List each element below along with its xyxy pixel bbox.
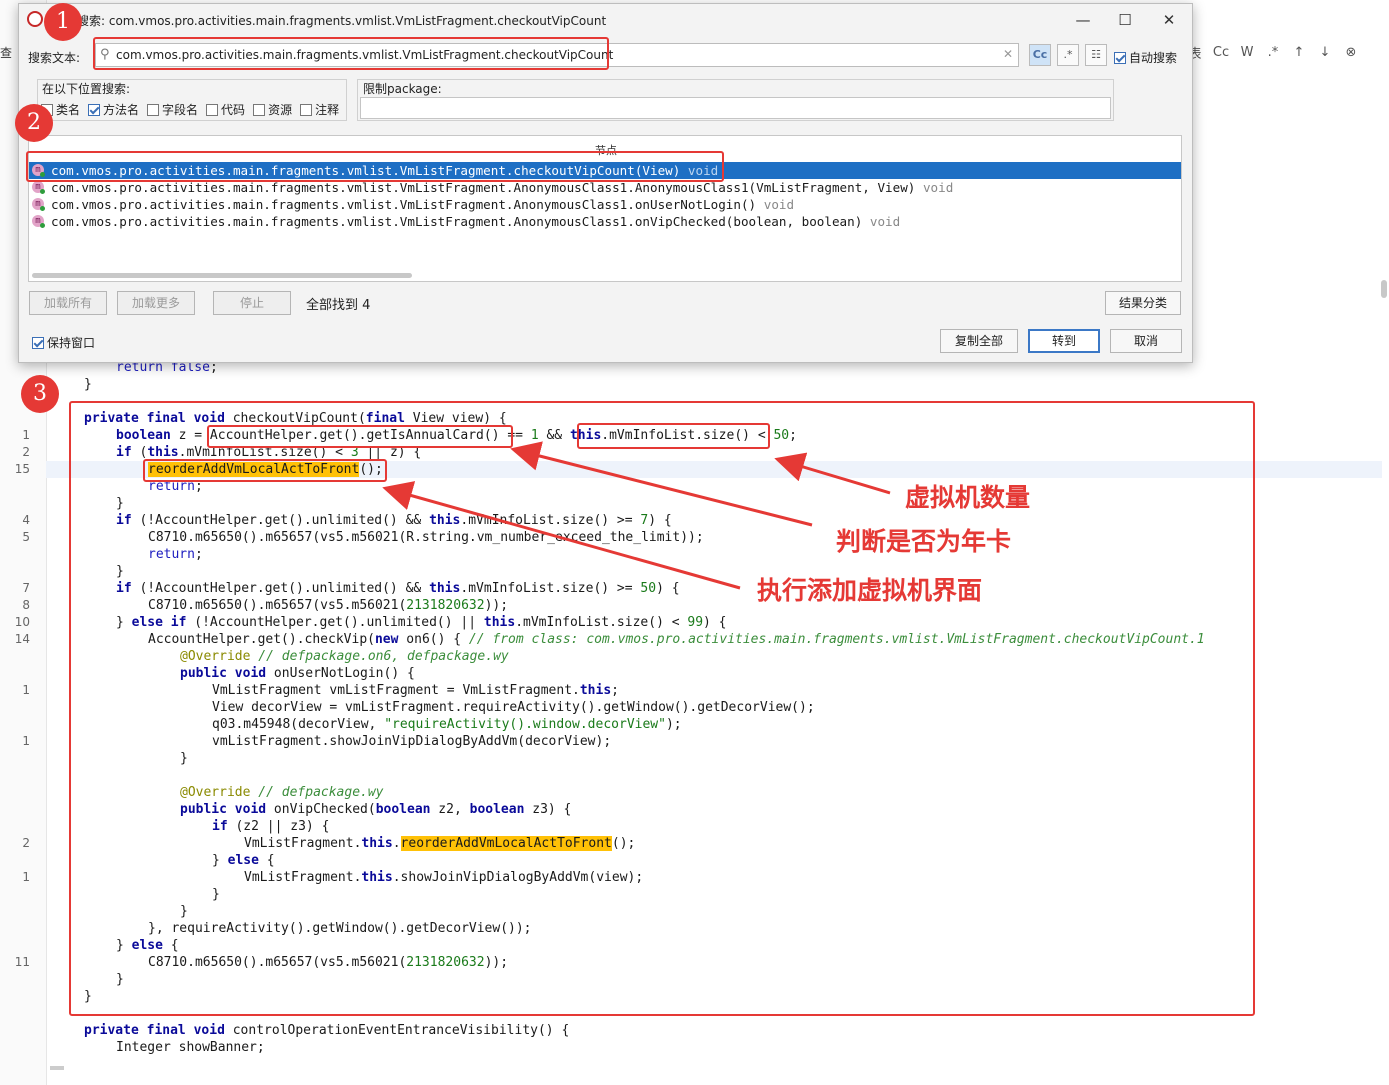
- load-all-button[interactable]: 加载所有: [29, 291, 107, 315]
- results-horizontal-scrollbar[interactable]: [32, 273, 412, 278]
- regex-toggle[interactable]: .*: [1057, 44, 1079, 66]
- method-icon: m: [32, 215, 45, 228]
- package-filter-input[interactable]: [360, 97, 1111, 119]
- search-text-label: 搜索文本:: [28, 51, 81, 65]
- result-type: void: [922, 180, 954, 195]
- checkbox-icon[interactable]: [147, 104, 160, 116]
- option-label: 类名: [56, 103, 81, 117]
- step-badge-1: 1: [44, 3, 82, 41]
- keep-window-label: 保持窗口: [47, 336, 96, 350]
- checkbox-checked-icon[interactable]: [1114, 52, 1126, 64]
- option-code[interactable]: 代码: [206, 101, 245, 118]
- auto-search-label: 自动搜索: [1129, 51, 1178, 65]
- stop-button[interactable]: 停止: [213, 291, 291, 315]
- step-badge-2: 2: [15, 104, 53, 142]
- callout-add-vm: 执行添加虚拟机界面: [757, 576, 983, 605]
- method-icon: m: [32, 198, 45, 211]
- search-highlight-box: [93, 37, 609, 70]
- dialog-title-bar[interactable]: 搜索: com.vmos.pro.activities.main.fragmen…: [19, 4, 1192, 36]
- arrow-add-vm: [382, 481, 741, 590]
- clear-icon[interactable]: ✕: [1003, 47, 1013, 61]
- option-label: 字段名: [162, 103, 199, 117]
- minimize-icon[interactable]: —: [1071, 8, 1095, 32]
- load-more-button[interactable]: 加载更多: [117, 291, 195, 315]
- close-icon[interactable]: ✕: [1157, 8, 1181, 32]
- result-type: void: [869, 214, 901, 229]
- option-label: 注释: [315, 103, 340, 117]
- checkbox-icon[interactable]: [206, 104, 219, 116]
- checkbox-checked-icon[interactable]: [32, 337, 44, 349]
- result-name: com.vmos.pro.activities.main.fragments.v…: [51, 197, 757, 212]
- result-row[interactable]: m com.vmos.pro.activities.main.fragments…: [29, 196, 1181, 213]
- dialog-title: 搜索: com.vmos.pro.activities.main.fragmen…: [77, 14, 607, 28]
- group-results-button[interactable]: 结果分类: [1105, 291, 1181, 315]
- case-sensitive-toggle[interactable]: Cc: [1029, 44, 1051, 66]
- maximize-icon[interactable]: ☐: [1113, 8, 1137, 32]
- search-location-options: 类名 方法名 字段名 代码 资源 注释: [41, 101, 339, 118]
- option-method-name[interactable]: 方法名: [88, 101, 139, 118]
- result-name: com.vmos.pro.activities.main.fragments.v…: [51, 180, 916, 195]
- option-comment[interactable]: 注释: [300, 101, 339, 118]
- search-location-title: 在以下位置搜索:: [40, 80, 133, 97]
- arrow-vm-count: [774, 452, 891, 495]
- copy-all-button[interactable]: 复制全部: [940, 329, 1018, 353]
- method-icon: m: [32, 181, 45, 194]
- option-resource[interactable]: 资源: [253, 101, 292, 118]
- app-icon: [27, 11, 43, 27]
- step-badge-3: 3: [21, 375, 59, 413]
- whole-word-icon[interactable]: ☷: [1085, 44, 1107, 66]
- keep-window-checkbox[interactable]: 保持窗口: [32, 334, 95, 351]
- goto-button[interactable]: 转到: [1028, 329, 1100, 353]
- result-highlight-box: [26, 151, 724, 182]
- auto-search-checkbox[interactable]: 自动搜索: [1114, 49, 1177, 66]
- option-label: 资源: [268, 103, 293, 117]
- option-label: 方法名: [103, 103, 140, 117]
- callout-annual-card: 判断是否为年卡: [836, 527, 1012, 556]
- cancel-button[interactable]: 取消: [1110, 329, 1182, 353]
- result-row[interactable]: m com.vmos.pro.activities.main.fragments…: [29, 213, 1181, 230]
- checkbox-icon[interactable]: [300, 104, 313, 116]
- found-count-text: 全部找到 4: [306, 298, 371, 313]
- package-filter-title: 限制package:: [361, 80, 444, 97]
- option-field-name[interactable]: 字段名: [147, 101, 198, 118]
- checkbox-checked-icon[interactable]: [88, 104, 101, 116]
- checkbox-icon[interactable]: [253, 104, 266, 116]
- arrow-annual-card: [510, 441, 813, 527]
- result-type: void: [763, 197, 795, 212]
- callout-vm-count: 虚拟机数量: [905, 483, 1031, 512]
- option-label: 代码: [221, 103, 246, 117]
- result-name: com.vmos.pro.activities.main.fragments.v…: [51, 214, 863, 229]
